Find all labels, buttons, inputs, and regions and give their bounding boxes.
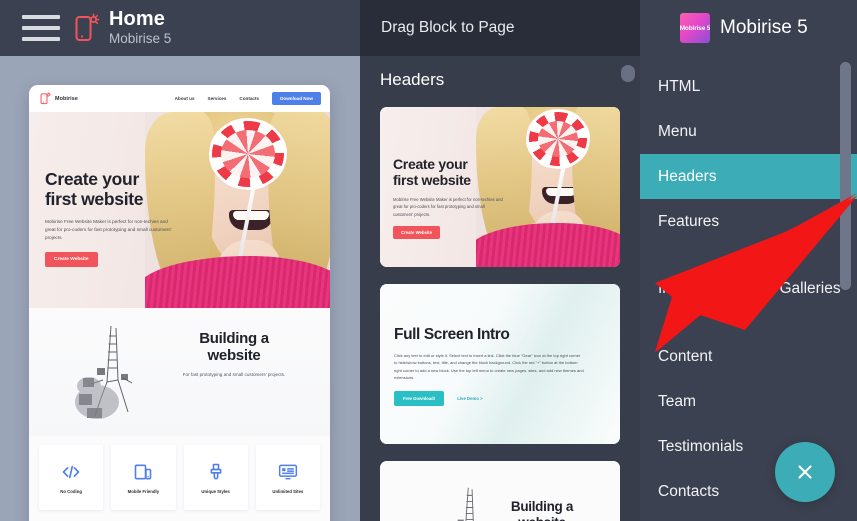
category-item-content[interactable]: Content	[640, 334, 857, 379]
block-category-list: HTML Menu Headers Features Images & Slid…	[640, 56, 857, 514]
top-bar-app-section: Mobirise 5 Mobirise 5	[640, 0, 857, 56]
preview-download-now-button[interactable]: Download Now	[272, 92, 321, 105]
feature-card-unique-styles[interactable]: Unique Styles	[183, 445, 248, 510]
project-brand[interactable]: Home Mobirise 5	[74, 9, 171, 46]
preview-features-section: No Coding Mobile Friendly Unique Styles …	[29, 436, 330, 521]
block-list-scrollbar[interactable]	[621, 65, 635, 82]
preview-nav-link-contacts[interactable]: Contacts	[239, 96, 259, 101]
hamburger-bar-3	[22, 37, 60, 41]
feature-card-mobile-friendly[interactable]: Mobile Friendly	[111, 445, 176, 510]
category-item-features[interactable]: Features	[640, 199, 857, 244]
top-bar-left-section: Home Mobirise 5	[0, 0, 360, 56]
feature-card-label: Unique Styles	[201, 488, 230, 494]
hamburger-bar-1	[22, 15, 60, 19]
feature-card-no-coding[interactable]: No Coding	[39, 445, 104, 510]
monitor-screen-icon	[278, 462, 298, 482]
mobirise-phone-logo-icon	[40, 92, 51, 105]
block-thumb-free-download-button[interactable]: Free Download!	[394, 390, 445, 406]
preview-site-navbar[interactable]: Mobirise About us Services Contacts Down…	[29, 85, 330, 112]
preview-site-brand[interactable]: Mobirise	[40, 92, 78, 105]
drag-block-hint: Drag Block to Page	[381, 19, 515, 36]
block-thumbnail-building-a-website[interactable]: Building a website	[380, 461, 620, 521]
category-item-images-sliders-galleries[interactable]: Images & Sliders Galleries	[640, 244, 857, 334]
mobirise-phone-logo-icon	[74, 13, 100, 43]
block-thumb-text: Full Screen Intro Click any text to edit…	[394, 326, 584, 406]
mobirise-gradient-logo-icon: Mobirise 5	[680, 13, 710, 43]
page-title: Home	[109, 8, 165, 31]
app-name: Mobirise 5	[720, 17, 808, 38]
close-icon	[798, 465, 812, 479]
category-item-headers[interactable]: Headers	[640, 154, 857, 199]
block-thumb-heading: Building a website	[510, 499, 574, 521]
block-thumb-text: Building a website	[478, 499, 606, 521]
block-thumb-heading: Full Screen Intro	[394, 326, 510, 343]
block-thumb-text: Create your first website Mobirise Free …	[393, 156, 505, 239]
site-preview-card[interactable]: Mobirise About us Services Contacts Down…	[29, 85, 330, 521]
project-brand-text: Home Mobirise 5	[109, 9, 171, 46]
preview-hero-paragraph: Mobirise Free Website Maker is perfect f…	[45, 218, 172, 241]
mobirise-builder-window: Home Mobirise 5 Drag Block to Page Mobir…	[0, 0, 857, 521]
block-category-pane[interactable]: HTML Menu Headers Features Images & Slid…	[640, 56, 857, 521]
hamburger-menu-icon[interactable]	[22, 15, 60, 41]
block-thumb-paragraph: Click any text to edit or style it. Sele…	[394, 353, 584, 381]
feature-card-label: Mobile Friendly	[127, 488, 160, 494]
preview-site-brand-label: Mobirise	[55, 95, 78, 102]
construction-sketch-illustration	[71, 320, 145, 425]
block-list-title: Headers	[380, 70, 445, 89]
preview-building-website-text: Building a website For fast prototyping …	[154, 330, 314, 377]
block-list-pane[interactable]: Headers Create your first website Mobiri…	[360, 56, 640, 521]
mobile-device-icon	[133, 462, 153, 482]
block-thumb-actions: Free Download! Live Demo >	[394, 390, 584, 406]
block-thumbnail-full-screen-intro[interactable]: Full Screen Intro Click any text to edit…	[380, 284, 620, 444]
preview-create-website-button[interactable]: Create Website	[45, 251, 98, 267]
block-thumb-button[interactable]: Create Website	[393, 225, 440, 239]
preview-building-website-section: Building a website For fast prototyping …	[29, 308, 330, 436]
feature-card-label: No Coding	[60, 488, 82, 494]
close-button[interactable]	[775, 442, 835, 502]
preview-hero-section: Create your first website Mobirise Free …	[29, 112, 330, 308]
site-preview-pane[interactable]: Mobirise About us Services Contacts Down…	[0, 56, 360, 521]
paint-brush-icon	[206, 462, 226, 482]
mobirise-logo-label: Mobirise 5	[680, 24, 710, 32]
preview-hero-heading: Create your first website	[45, 169, 144, 209]
top-bar: Home Mobirise 5 Drag Block to Page Mobir…	[0, 0, 857, 56]
hamburger-bar-2	[22, 26, 60, 30]
preview-hero-text: Create your first website Mobirise Free …	[45, 169, 177, 267]
preview-nav-link-services[interactable]: Services	[208, 96, 227, 101]
category-item-team[interactable]: Team	[640, 379, 857, 424]
category-scrollbar[interactable]	[840, 62, 851, 290]
top-bar-drag-hint-section: Drag Block to Page	[360, 0, 640, 56]
block-thumb-heading: Create your first website	[393, 156, 471, 188]
feature-card-label: Unlimited Sites	[272, 488, 304, 494]
category-item-html[interactable]: HTML	[640, 64, 857, 109]
category-item-menu[interactable]: Menu	[640, 109, 857, 154]
preview-building-website-heading: Building a website	[199, 330, 269, 365]
block-thumbnail-create-first-website[interactable]: Create your first website Mobirise Free …	[380, 107, 620, 267]
preview-site-nav-links: About us Services Contacts Download Now	[175, 92, 321, 105]
block-thumb-paragraph: Mobirise Free Website Maker is perfect f…	[393, 196, 503, 217]
feature-card-unlimited-sites[interactable]: Unlimited Sites	[255, 445, 320, 510]
preview-nav-link-about[interactable]: About us	[175, 96, 195, 101]
preview-building-website-paragraph: For fast prototyping and small customers…	[182, 371, 286, 377]
code-brackets-icon	[61, 462, 81, 482]
app-subtitle: Mobirise 5	[109, 31, 172, 47]
block-thumb-live-demo-link[interactable]: Live Demo >	[457, 396, 482, 401]
